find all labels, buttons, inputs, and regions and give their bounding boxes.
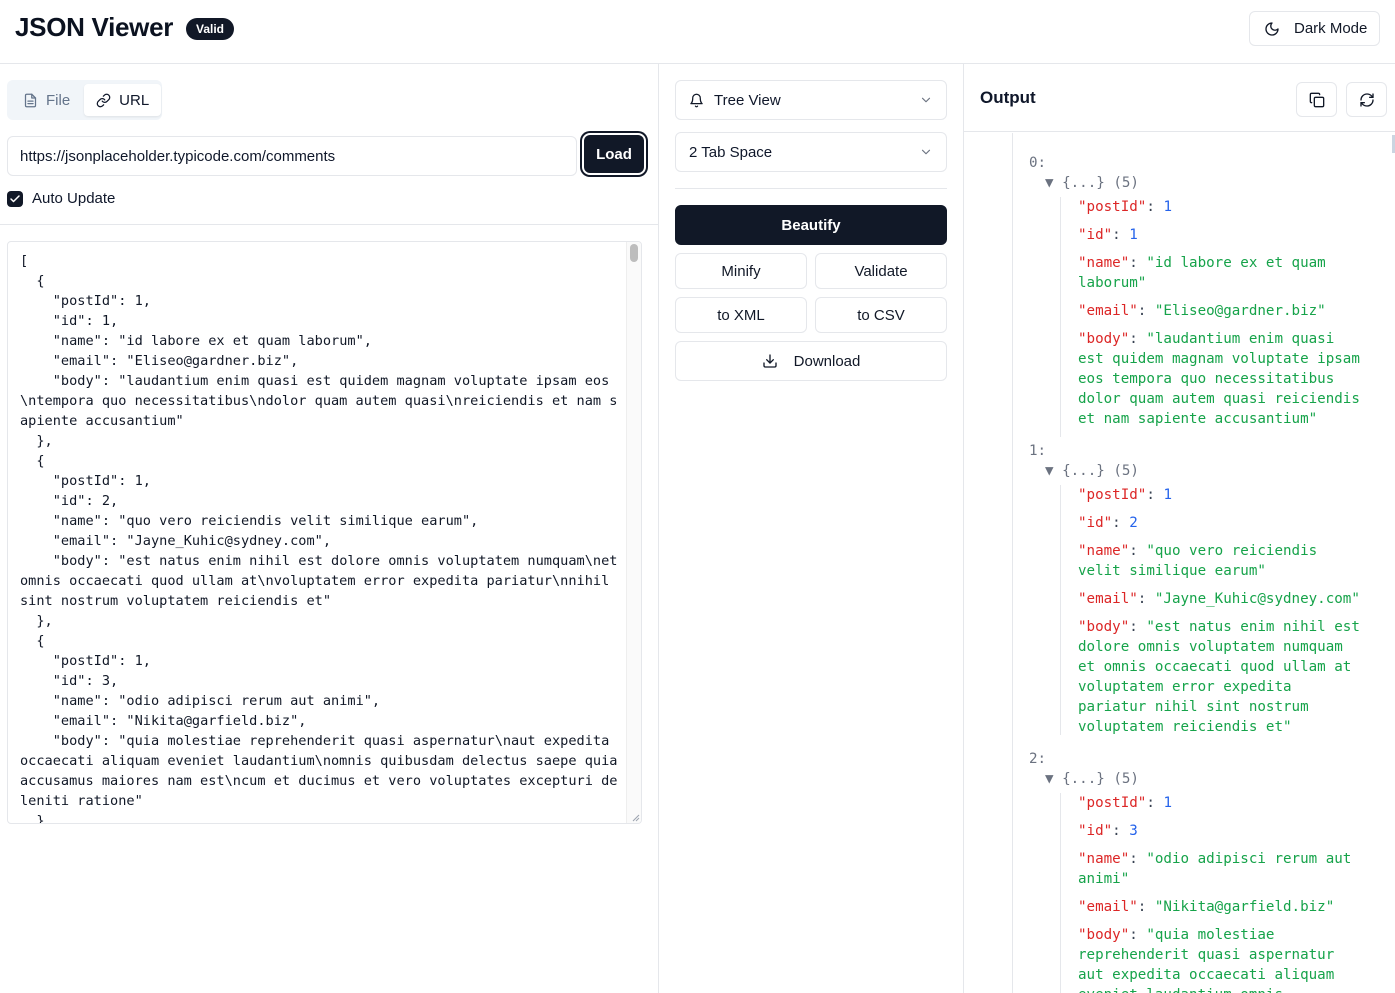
editor-scrollbar-thumb[interactable] — [630, 244, 638, 262]
refresh-icon — [1359, 92, 1374, 107]
app-header: JSON Viewer Valid Dark Mode — [0, 0, 1395, 64]
tab-file[interactable]: File — [11, 84, 82, 116]
tree-guide-line — [1060, 197, 1061, 437]
tree-prop: "postId": 1 — [1078, 199, 1172, 215]
tree-toggle-1[interactable]: ▼ {...} (5) — [1045, 463, 1139, 479]
output-panel: Output 0: ▼ {...} (5) "postId": 1 "id": … — [964, 64, 1395, 993]
tree-prop: "id": 2 — [1078, 515, 1138, 531]
to-csv-button[interactable]: to CSV — [815, 297, 947, 333]
tree-prop: "email": "Eliseo@gardner.biz" — [1078, 303, 1326, 319]
auto-update-label: Auto Update — [32, 190, 116, 207]
bell-icon — [690, 93, 703, 107]
chevron-down-icon — [921, 97, 931, 103]
validate-button[interactable]: Validate — [815, 253, 947, 289]
tree-prop: "body": "quia molestiae reprehenderit qu… — [1078, 927, 1335, 993]
tab-url-label: URL — [119, 91, 150, 109]
tree-guide-line — [1012, 133, 1013, 993]
minify-button[interactable]: Minify — [675, 253, 807, 289]
tab-file-label: File — [46, 91, 71, 109]
indent-select[interactable]: 2 Tab Space — [675, 132, 947, 172]
resize-grip-icon[interactable] — [630, 812, 640, 822]
auto-update-checkbox[interactable] — [7, 190, 23, 207]
json-tree[interactable]: 0: ▼ {...} (5) "postId": 1 "id": 1 "name… — [964, 133, 1395, 993]
tab-url[interactable]: URL — [84, 84, 162, 116]
link-icon — [96, 93, 111, 107]
input-divider — [0, 224, 658, 225]
copy-icon — [1309, 92, 1324, 107]
url-input[interactable] — [7, 136, 577, 176]
tree-index-1: 1: — [1029, 443, 1047, 459]
tree-prop: "body": "est natus enim nihil est dolore… — [1078, 619, 1360, 735]
tree-toggle-2[interactable]: ▼ {...} (5) — [1045, 771, 1139, 787]
auto-update-row: Auto Update — [7, 190, 115, 207]
refresh-button[interactable] — [1346, 82, 1387, 117]
download-icon — [762, 354, 777, 368]
tree-prop: "email": "Nikita@garfield.biz" — [1078, 899, 1335, 915]
source-tabs: File URL — [7, 80, 162, 120]
download-button[interactable]: Download — [675, 341, 947, 381]
tree-guide-line — [1060, 485, 1061, 735]
tree-index-0: 0: — [1029, 155, 1047, 171]
json-editor[interactable]: [ { "postId": 1, "id": 1, "name": "id la… — [7, 241, 642, 824]
tree-prop: "email": "Jayne_Kuhic@sydney.com" — [1078, 591, 1360, 607]
tree-guide-line — [1060, 793, 1061, 993]
chevron-down-icon — [921, 149, 931, 155]
copy-button[interactable] — [1296, 82, 1337, 117]
input-panel: File URL Load Auto Update [ { "postId": … — [0, 64, 659, 993]
moon-icon — [1265, 21, 1279, 36]
tree-index-2: 2: — [1029, 751, 1047, 767]
beautify-button[interactable]: Beautify — [675, 205, 947, 245]
valid-badge: Valid — [186, 18, 235, 40]
dark-mode-button[interactable]: Dark Mode — [1249, 11, 1380, 46]
controls-divider — [675, 188, 947, 189]
download-label: Download — [793, 352, 861, 370]
editor-scrollbar[interactable] — [626, 242, 641, 823]
tree-prop: "id": 1 — [1078, 227, 1138, 243]
to-xml-button[interactable]: to XML — [675, 297, 807, 333]
dark-mode-label: Dark Mode — [1294, 20, 1368, 37]
load-button[interactable]: Load — [584, 135, 644, 173]
tree-prop: "name": "odio adipisci rerum aut animi" — [1078, 851, 1352, 887]
tree-toggle-0[interactable]: ▼ {...} (5) — [1045, 175, 1139, 191]
tree-prop: "name": "quo vero reiciendis velit simil… — [1078, 543, 1318, 579]
indent-select-value: 2 Tab Space — [689, 143, 773, 161]
tree-prop: "postId": 1 — [1078, 487, 1172, 503]
controls-panel: Tree View 2 Tab Space Beautify Minify Va… — [659, 64, 964, 993]
tree-prop: "postId": 1 — [1078, 795, 1172, 811]
view-select[interactable]: Tree View — [675, 80, 947, 120]
view-select-value: Tree View — [714, 91, 781, 109]
output-scrollbar[interactable] — [1391, 133, 1395, 993]
check-icon — [10, 194, 20, 202]
output-title: Output — [980, 88, 1036, 107]
tree-prop: "name": "id labore ex et quam laborum" — [1078, 255, 1326, 291]
app-title: JSON Viewer — [15, 12, 174, 42]
tree-prop: "body": "laudantium enim quasi est quide… — [1078, 331, 1360, 427]
tree-prop: "id": 3 — [1078, 823, 1138, 839]
output-header: Output — [964, 64, 1395, 132]
json-editor-text[interactable]: [ { "postId": 1, "id": 1, "name": "id la… — [20, 251, 620, 823]
file-icon — [24, 93, 37, 107]
